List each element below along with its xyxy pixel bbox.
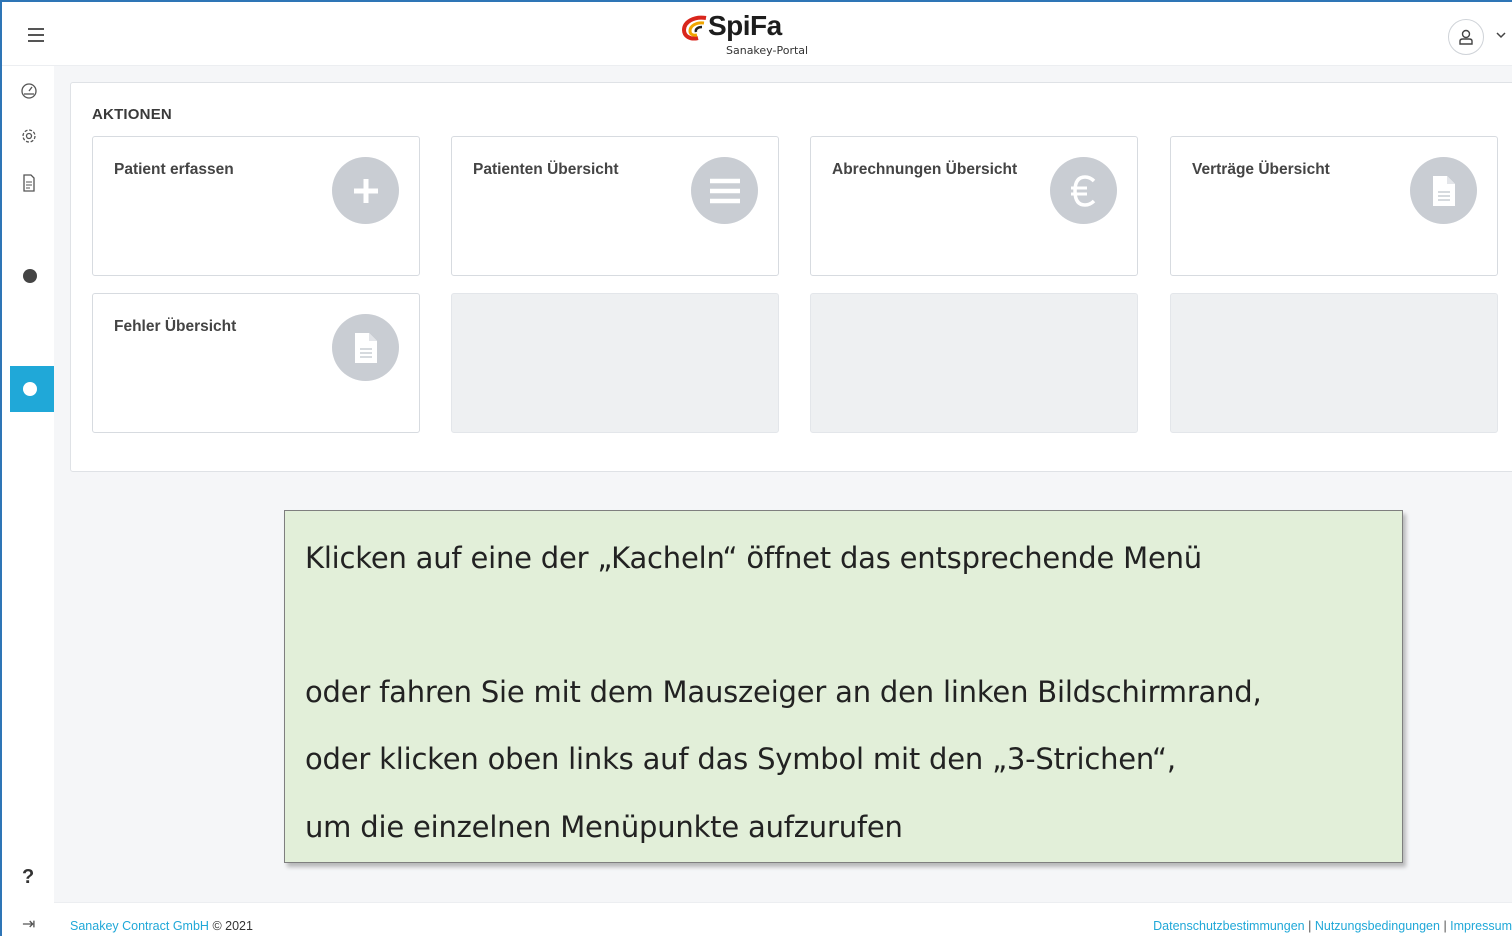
- company-link[interactable]: Sanakey Contract GmbH: [70, 919, 209, 933]
- copyright-text: © 2021: [212, 919, 253, 933]
- footer: Sanakey Contract GmbH © 2021 Datenschutz…: [54, 902, 1512, 936]
- list-icon: [691, 157, 758, 224]
- tile-label: Patient erfassen: [114, 161, 234, 178]
- logo-subtitle: Sanakey-Portal: [726, 44, 809, 57]
- footer-separator: |: [1308, 919, 1312, 933]
- document-icon: [332, 314, 399, 381]
- tile-empty: [451, 293, 779, 433]
- callout-line: Klicken auf eine der „Kacheln“ öffnet da…: [305, 541, 1202, 575]
- tile-patienten-uebersicht[interactable]: Patienten Übersicht: [451, 136, 779, 276]
- callout-line: oder klicken oben links auf das Symbol m…: [305, 742, 1176, 776]
- spifa-logo: SpiFa Sanakey-Portal: [680, 10, 840, 60]
- sidebar: [2, 66, 56, 936]
- tile-label: Abrechnungen Übersicht: [832, 161, 1018, 178]
- footer-links: Datenschutzbestimmungen | Nutzungsbeding…: [1153, 919, 1512, 933]
- footer-copyright: Sanakey Contract GmbH © 2021: [70, 919, 253, 933]
- tile-vertraege-uebersicht[interactable]: Verträge Übersicht: [1170, 136, 1498, 276]
- tile-empty: [810, 293, 1138, 433]
- document-icon[interactable]: [20, 174, 38, 192]
- instruction-callout: Klicken auf eine der „Kacheln“ öffnet da…: [284, 510, 1403, 863]
- section-title: AKTIONEN: [92, 106, 172, 123]
- nav-dot-inactive-icon[interactable]: [23, 269, 37, 283]
- tile-fehler-uebersicht[interactable]: Fehler Übersicht: [92, 293, 420, 433]
- privacy-link[interactable]: Datenschutzbestimmungen: [1153, 919, 1304, 933]
- tile-patient-erfassen[interactable]: Patient erfassen: [92, 136, 420, 276]
- tile-label: Verträge Übersicht: [1192, 161, 1330, 178]
- euro-icon: [1050, 157, 1117, 224]
- tile-label: Patienten Übersicht: [473, 161, 619, 178]
- imprint-link[interactable]: Impressum: [1450, 919, 1512, 933]
- help-icon[interactable]: ?: [22, 866, 34, 889]
- tile-empty: [1170, 293, 1498, 433]
- hamburger-menu-icon[interactable]: [28, 28, 44, 42]
- terms-link[interactable]: Nutzungsbedingungen: [1315, 919, 1440, 933]
- nav-item-active[interactable]: [10, 366, 56, 412]
- footer-separator: |: [1443, 919, 1447, 933]
- tile-abrechnungen-uebersicht[interactable]: Abrechnungen Übersicht: [810, 136, 1138, 276]
- user-icon: [1459, 29, 1473, 45]
- top-header: SpiFa Sanakey-Portal: [2, 2, 1512, 66]
- tile-label: Fehler Übersicht: [114, 318, 237, 335]
- plus-icon: [332, 157, 399, 224]
- logo-text: SpiFa: [708, 10, 782, 41]
- settings-gear-icon[interactable]: [20, 127, 38, 145]
- document-icon: [1410, 157, 1477, 224]
- user-account-button[interactable]: [1448, 19, 1484, 55]
- logo-swoosh-icon: [681, 15, 707, 41]
- callout-line: um die einzelnen Menüpunkte aufzurufen: [305, 810, 903, 844]
- chevron-down-icon[interactable]: [1494, 28, 1508, 42]
- nav-dot-active-icon: [23, 382, 37, 396]
- dashboard-gauge-icon[interactable]: [20, 81, 38, 99]
- logout-icon[interactable]: ⇥: [22, 914, 35, 934]
- callout-line: oder fahren Sie mit dem Mauszeiger an de…: [305, 675, 1262, 709]
